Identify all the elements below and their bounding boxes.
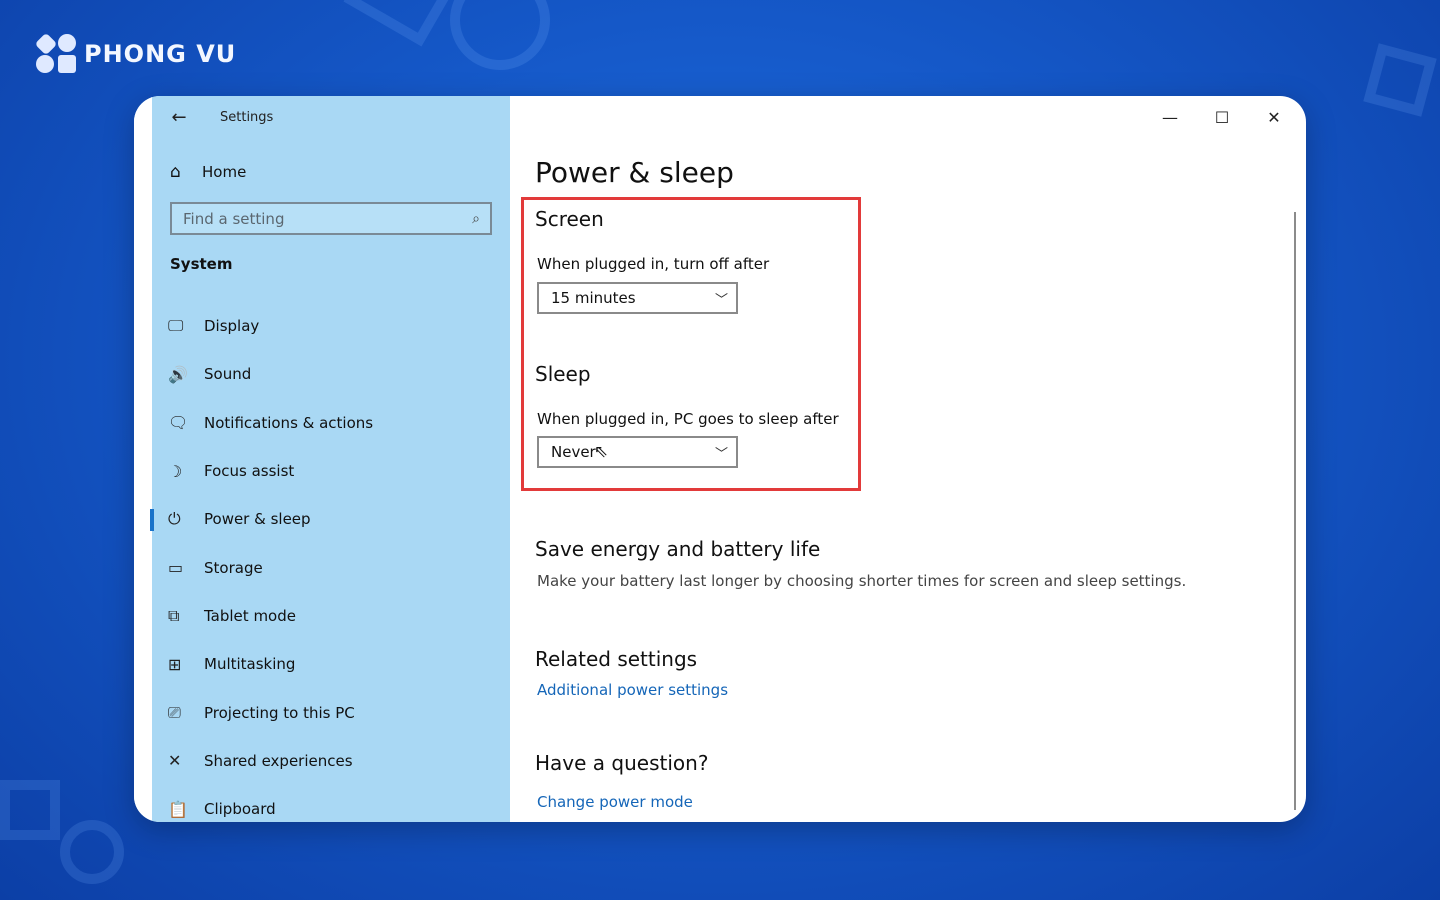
tablet-icon: ⧉ [168,605,180,625]
sidebar-item-notifications[interactable]: 🗨 Notifications & actions [152,399,510,447]
main-content: — ☐ ✕ Power & sleep Screen When plugged … [510,96,1306,822]
sleep-timeout-label: When plugged in, PC goes to sleep after [537,410,839,428]
bg-square-shape [0,780,60,840]
bg-square-shape [1363,43,1437,117]
sidebar-item-label: Storage [204,558,263,577]
search-input[interactable] [183,209,443,228]
maximize-button[interactable]: ☐ [1196,96,1248,138]
sidebar-item-tablet-mode[interactable]: ⧉ Tablet mode [152,592,510,640]
projector-icon: ⎚ [168,702,181,722]
bg-diamond-shape [343,0,467,47]
bg-circle-shape [450,0,550,70]
home-icon: ⌂ [170,162,181,182]
sidebar-item-label: Tablet mode [204,606,296,625]
window-controls: — ☐ ✕ [1144,96,1300,138]
home-label: Home [202,163,247,181]
sidebar-item-focus-assist[interactable]: ☽ Focus assist [152,447,510,495]
sidebar-item-label: Power & sleep [204,510,311,529]
sidebar-item-label: Sound [204,365,252,384]
save-energy-text: Make your battery last longer by choosin… [537,572,1187,590]
brand-logo: PHONG VU [34,32,237,74]
clipboard-icon: 📋 [168,799,188,819]
mouse-cursor-icon: ⇖ [593,442,608,462]
settings-window: ← Settings ⌂ Home ⌕ System 🖵 Display 🔊 [134,96,1306,822]
sidebar-item-home[interactable]: ⌂ Home [152,152,510,192]
notification-icon: 🗨 [168,413,189,433]
minimize-button[interactable]: — [1144,96,1196,138]
sidebar-item-label: Shared experiences [204,751,353,770]
save-energy-heading: Save energy and battery life [535,537,821,561]
chevron-down-icon: ﹀ [714,292,728,308]
maximize-icon: ☐ [1214,107,1230,127]
search-box[interactable]: ⌕ [170,202,492,235]
sleep-timeout-value: Never [551,443,596,461]
scrollbar[interactable] [1294,212,1296,810]
sidebar-item-projecting[interactable]: ⎚ Projecting to this PC [152,688,510,736]
moon-icon: ☽ [168,461,183,481]
sleep-heading: Sleep [535,362,591,386]
sidebar-item-label: Multitasking [204,655,296,674]
screen-heading: Screen [535,207,604,231]
sidebar: ← Settings ⌂ Home ⌕ System 🖵 Display 🔊 [134,96,510,822]
related-settings-heading: Related settings [535,647,698,671]
close-button[interactable]: ✕ [1248,96,1300,138]
sidebar-item-label: Notifications & actions [204,413,374,432]
page-title: Power & sleep [535,156,734,189]
question-heading: Have a question? [535,751,709,775]
additional-power-settings-link[interactable]: Additional power settings [537,681,728,699]
shared-icon: ✕ [168,751,182,771]
monitor-icon: 🖵 [168,316,184,336]
app-title: Settings [220,109,274,125]
sidebar-item-label: Clipboard [204,800,276,819]
sidebar-item-label: Projecting to this PC [204,703,355,722]
speaker-icon: 🔊 [168,364,188,384]
sidebar-nav: 🖵 Display 🔊 Sound 🗨 Notifications & acti… [150,302,510,822]
multitasking-icon: ⊞ [168,654,182,674]
sidebar-item-display[interactable]: 🖵 Display [152,302,510,350]
sidebar-item-sound[interactable]: 🔊 Sound [152,350,510,398]
close-icon: ✕ [1267,107,1281,127]
title-bar: ← Settings [152,96,510,138]
screen-timeout-dropdown[interactable]: 15 minutes ﹀ [537,282,738,314]
storage-icon: ▭ [168,558,184,578]
sidebar-item-shared-experiences[interactable]: ✕ Shared experiences [152,737,510,785]
sleep-timeout-dropdown[interactable]: Never ⇖ ﹀ [537,436,738,468]
back-button[interactable]: ← [152,96,206,138]
chevron-down-icon: ﹀ [714,446,728,462]
screen-timeout-label: When plugged in, turn off after [537,255,770,273]
sidebar-item-label: Display [204,317,260,336]
power-icon: ⏻ [168,509,181,529]
sidebar-item-multitasking[interactable]: ⊞ Multitasking [152,640,510,688]
section-label: System [170,255,233,273]
sidebar-item-power-sleep[interactable]: ⏻ Power & sleep [150,495,510,543]
bg-circle-shape [60,820,124,884]
screen-timeout-value: 15 minutes [551,289,636,307]
minimize-icon: — [1162,107,1178,127]
sidebar-item-storage[interactable]: ▭ Storage [152,543,510,591]
brand-name: PHONG VU [84,40,237,68]
search-icon[interactable]: ⌕ [472,211,480,227]
sidebar-item-label: Focus assist [204,462,295,481]
back-arrow-icon: ← [171,106,187,128]
sidebar-item-clipboard[interactable]: 📋 Clipboard [152,785,510,822]
brand-mark-icon [34,32,78,74]
change-power-mode-link[interactable]: Change power mode [537,793,693,811]
